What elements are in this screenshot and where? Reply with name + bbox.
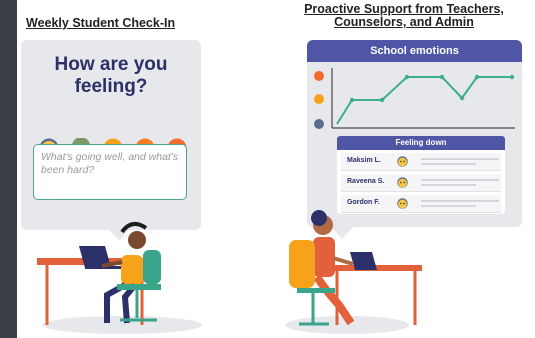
illustration-layer — [37, 210, 422, 334]
student-illustration — [37, 221, 202, 334]
canvas: Weekly Student Check-In Proactive Suppor… — [17, 0, 535, 338]
counselor-illustration — [285, 210, 422, 334]
